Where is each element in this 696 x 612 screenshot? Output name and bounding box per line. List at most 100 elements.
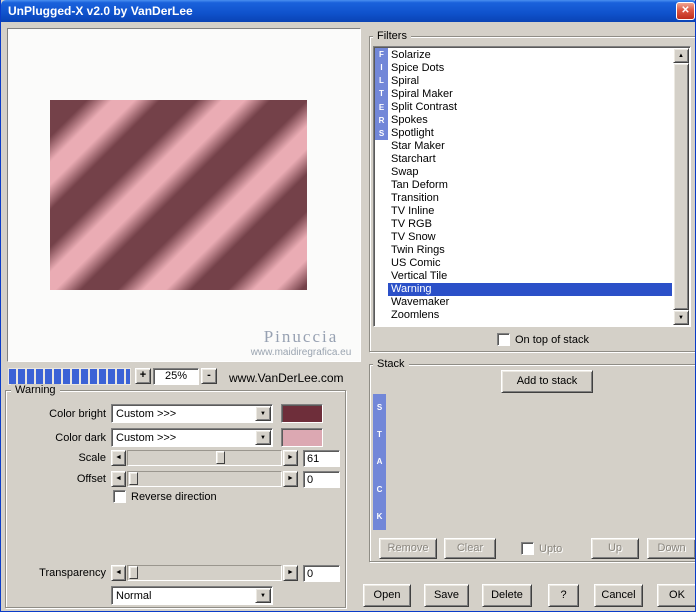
scale-slider[interactable] (127, 450, 282, 466)
upto-checkbox[interactable] (521, 542, 534, 555)
color-bright-swatch[interactable] (281, 404, 323, 423)
zoom-level: 25% (153, 368, 199, 385)
filters-side-label: FILTERS (375, 48, 388, 140)
scroll-down-icon: ▼ (678, 315, 684, 321)
filter-item[interactable]: Split Contrast (388, 101, 672, 114)
on-top-of-stack-label: On top of stack (515, 334, 589, 346)
color-dark-combo[interactable]: Custom >>> ▼ (111, 428, 273, 447)
color-dark-swatch[interactable] (281, 428, 323, 447)
scrollbar-thumb[interactable] (673, 63, 689, 310)
transparency-slider[interactable] (127, 565, 282, 581)
color-dark-value: Custom >>> (116, 432, 177, 444)
open-button[interactable]: Open (363, 584, 411, 607)
filter-item[interactable]: Spiral (388, 75, 672, 88)
blend-mode-combo[interactable]: Normal ▼ (111, 586, 273, 605)
filter-item[interactable]: US Comic (388, 257, 672, 270)
chevron-down-icon: ▼ (260, 593, 266, 599)
scale-left-button[interactable]: ◄ (111, 450, 126, 466)
down-button[interactable]: Down (647, 538, 695, 559)
arrow-right-icon: ► (287, 454, 294, 461)
scroll-up-icon: ▲ (678, 53, 684, 59)
offset-slider[interactable] (127, 471, 282, 487)
color-bright-value: Custom >>> (116, 408, 177, 420)
filter-item[interactable]: Spiral Maker (388, 88, 672, 101)
filter-item[interactable]: Twin Rings (388, 244, 672, 257)
filter-item[interactable]: Transition (388, 192, 672, 205)
arrow-right-icon: ► (287, 569, 294, 576)
filter-item[interactable]: Spokes (388, 114, 672, 127)
help-button[interactable]: ? (548, 584, 579, 607)
delete-button[interactable]: Delete (482, 584, 532, 607)
transparency-label: Transparency (39, 567, 106, 579)
preview-image (50, 100, 307, 290)
website-text: www.VanDerLee.com (229, 371, 344, 385)
clear-button[interactable]: Clear (444, 538, 496, 559)
titlebar[interactable]: UnPlugged-X v2.0 by VanDerLee ✕ (1, 0, 695, 22)
filter-item[interactable]: Tan Deform (388, 179, 672, 192)
scroll-up-button[interactable]: ▲ (673, 48, 689, 63)
ok-button[interactable]: OK (657, 584, 695, 607)
filters-scrollbar[interactable]: ▲ ▼ (673, 48, 689, 325)
filter-item[interactable]: Solarize (388, 49, 672, 62)
filter-item[interactable]: Spotlight (388, 127, 672, 140)
arrow-right-icon: ► (287, 475, 294, 482)
filters-list[interactable]: FILTERS Solarize Spice Dots Spiral Spiral M… (373, 46, 691, 327)
filter-item[interactable]: Spice Dots (388, 62, 672, 75)
remove-button[interactable]: Remove (379, 538, 437, 559)
chevron-down-icon: ▼ (260, 435, 266, 441)
blend-mode-dropdown-button[interactable]: ▼ (255, 588, 271, 603)
upto-label: Upto (539, 543, 563, 555)
color-bright-dropdown-button[interactable]: ▼ (255, 406, 271, 421)
offset-right-button[interactable]: ► (283, 471, 298, 487)
filter-item[interactable]: Wavemaker (388, 296, 672, 309)
filter-item[interactable]: Vertical Tile (388, 270, 672, 283)
filter-item[interactable]: TV Snow (388, 231, 672, 244)
close-button[interactable]: ✕ (676, 2, 695, 20)
warning-group-label: Warning (11, 384, 60, 396)
watermark-url: www.maidiregrafica.eu (250, 347, 352, 358)
on-top-of-stack-checkbox[interactable] (497, 333, 510, 346)
filter-item[interactable]: TV RGB (388, 218, 672, 231)
scale-right-button[interactable]: ► (283, 450, 298, 466)
arrow-left-icon: ◄ (115, 569, 122, 576)
plugin-window: UnPlugged-X v2.0 by VanDerLee ✕ Pinuccia… (0, 0, 696, 612)
add-to-stack-button[interactable]: Add to stack (501, 370, 593, 393)
filter-item[interactable]: TV Inline (388, 205, 672, 218)
preview-panel[interactable] (7, 28, 361, 362)
filters-group-label: Filters (373, 30, 411, 42)
close-icon: ✕ (681, 5, 690, 16)
up-button[interactable]: Up (591, 538, 639, 559)
filter-item[interactable]: Warning (388, 283, 672, 296)
transparency-input[interactable] (303, 565, 340, 582)
reverse-direction-checkbox[interactable] (113, 490, 126, 503)
scale-input[interactable] (303, 450, 340, 467)
reverse-direction-label: Reverse direction (131, 491, 217, 503)
scale-label: Scale (78, 452, 106, 464)
zoom-out-button[interactable]: - (201, 368, 217, 384)
scale-slider-thumb[interactable] (216, 451, 225, 464)
offset-left-button[interactable]: ◄ (111, 471, 126, 487)
render-progress-bar (8, 368, 131, 385)
color-bright-combo[interactable]: Custom >>> ▼ (111, 404, 273, 423)
offset-input[interactable] (303, 471, 340, 488)
filter-item[interactable]: Star Maker (388, 140, 672, 153)
filter-item[interactable]: Starchart (388, 153, 672, 166)
filter-item[interactable]: Zoomlens (388, 309, 672, 322)
save-button[interactable]: Save (424, 584, 469, 607)
filter-items-container: Solarize Spice Dots Spiral Spiral Maker Spli… (388, 49, 672, 322)
color-dark-dropdown-button[interactable]: ▼ (255, 430, 271, 445)
stack-group (369, 364, 695, 562)
zoom-in-button[interactable]: + (135, 368, 151, 384)
blend-mode-value: Normal (116, 590, 152, 602)
cancel-button[interactable]: Cancel (594, 584, 643, 607)
offset-slider-thumb[interactable] (129, 472, 138, 485)
scroll-down-button[interactable]: ▼ (673, 310, 689, 325)
arrow-left-icon: ◄ (115, 454, 122, 461)
transparency-slider-thumb[interactable] (129, 566, 138, 579)
offset-label: Offset (76, 473, 106, 485)
transparency-right-button[interactable]: ► (283, 565, 298, 581)
color-dark-label: Color dark (55, 432, 106, 444)
filter-item[interactable]: Swap (388, 166, 672, 179)
stack-group-label: Stack (373, 358, 409, 370)
transparency-left-button[interactable]: ◄ (111, 565, 126, 581)
